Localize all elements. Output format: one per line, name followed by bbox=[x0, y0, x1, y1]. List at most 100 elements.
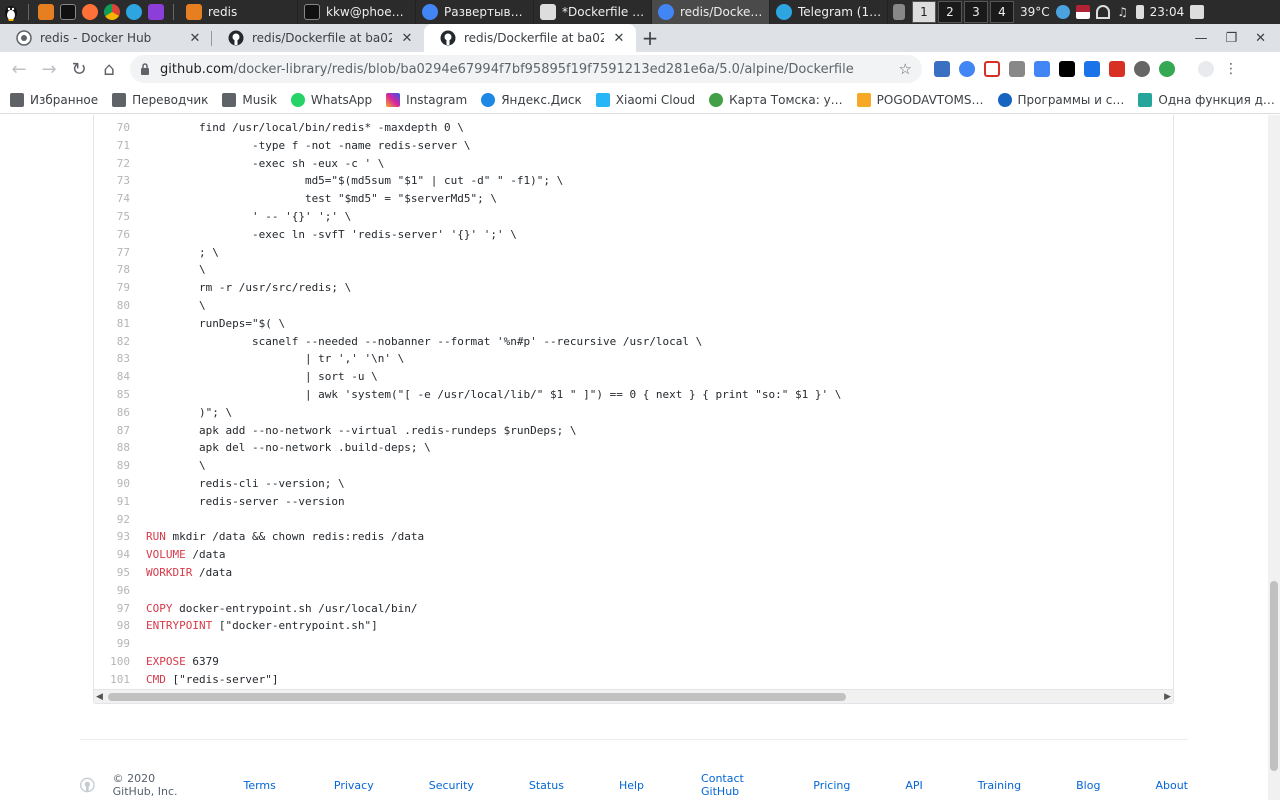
file-manager-launcher-icon[interactable] bbox=[35, 0, 57, 24]
new-tab-button[interactable]: + bbox=[636, 24, 664, 52]
workspace-4[interactable]: 4 bbox=[990, 1, 1014, 23]
taskbar-task-redis-folder[interactable]: redis bbox=[180, 0, 298, 24]
translate-icon[interactable] bbox=[1034, 61, 1050, 77]
wifi-icon[interactable] bbox=[1095, 5, 1110, 19]
firefox-launcher-icon[interactable] bbox=[79, 0, 101, 24]
line-number[interactable]: 87 bbox=[94, 422, 136, 440]
footer-link-pricing[interactable]: Pricing bbox=[813, 779, 850, 792]
line-number[interactable]: 98 bbox=[94, 617, 136, 635]
line-number[interactable]: 89 bbox=[94, 457, 136, 475]
battery-icon[interactable] bbox=[1135, 5, 1144, 19]
bookmark-star-icon[interactable]: ☆ bbox=[899, 60, 912, 78]
close-window-icon[interactable]: ✕ bbox=[1255, 31, 1266, 46]
globe-icon[interactable] bbox=[1159, 61, 1175, 77]
line-number[interactable]: 84 bbox=[94, 368, 136, 386]
tab-github-dockerfile-2[interactable]: redis/Dockerfile at ba0294e67 ✕ bbox=[424, 24, 636, 52]
menu-dots-icon[interactable]: ⋮ bbox=[1223, 61, 1239, 77]
reload-icon[interactable]: ↻ bbox=[64, 54, 94, 84]
power-icon[interactable] bbox=[1190, 5, 1205, 19]
close-tab-icon[interactable]: ✕ bbox=[400, 31, 414, 46]
forward-arrow-icon[interactable]: → bbox=[34, 54, 64, 84]
phpstorm-launcher-icon[interactable] bbox=[145, 0, 167, 24]
bookmark-musik[interactable]: Musik bbox=[222, 92, 277, 107]
chrome-launcher-icon[interactable] bbox=[101, 0, 123, 24]
line-number[interactable]: 94 bbox=[94, 546, 136, 564]
line-number[interactable]: 80 bbox=[94, 297, 136, 315]
scroll-left-icon[interactable]: ◀ bbox=[96, 690, 103, 704]
vertical-scroll-thumb[interactable] bbox=[1270, 581, 1278, 771]
extension-off-icon[interactable] bbox=[1009, 61, 1025, 77]
line-number[interactable]: 78 bbox=[94, 261, 136, 279]
taskbar-task-chrome-2[interactable]: redis/Docke… bbox=[652, 0, 770, 24]
bookmark-whatsapp[interactable]: WhatsApp bbox=[290, 92, 372, 107]
footer-link-status[interactable]: Status bbox=[529, 779, 564, 792]
bookmark-instagram[interactable]: Instagram bbox=[386, 92, 467, 107]
github-logo-icon[interactable] bbox=[80, 774, 95, 796]
minimize-icon[interactable]: — bbox=[1194, 31, 1207, 46]
workspace-1[interactable]: 1 bbox=[912, 1, 936, 23]
line-number[interactable]: 82 bbox=[94, 333, 136, 351]
terminal-launcher-icon[interactable] bbox=[57, 0, 79, 24]
line-number[interactable]: 95 bbox=[94, 564, 136, 582]
tab-github-dockerfile-1[interactable]: redis/Dockerfile at ba0294e67 ✕ bbox=[212, 24, 424, 52]
telegram-launcher-icon[interactable] bbox=[123, 0, 145, 24]
taskbar-task-terminal[interactable]: kkw@phoe… bbox=[298, 0, 416, 24]
line-number[interactable]: 96 bbox=[94, 582, 136, 600]
footer-link-api[interactable]: API bbox=[905, 779, 922, 792]
line-number[interactable]: 99 bbox=[94, 635, 136, 653]
bookmark-pogoda[interactable]: POGODAVTOMS… bbox=[856, 92, 984, 107]
save-icon[interactable] bbox=[1084, 61, 1100, 77]
line-number[interactable]: 86 bbox=[94, 404, 136, 422]
bookmark-izbrannoe[interactable]: Избранное bbox=[10, 92, 98, 107]
line-number[interactable]: 76 bbox=[94, 226, 136, 244]
address-bar[interactable]: github.com /docker-library/redis/blob/ba… bbox=[130, 55, 922, 83]
footer-link-security[interactable]: Security bbox=[429, 779, 474, 792]
line-number[interactable]: 79 bbox=[94, 279, 136, 297]
taskbar-task-editor[interactable]: *Dockerfile … bbox=[534, 0, 652, 24]
taskbar-task-chrome-1[interactable]: Развертыв… bbox=[416, 0, 534, 24]
line-number[interactable]: 91 bbox=[94, 493, 136, 511]
line-number[interactable]: 77 bbox=[94, 244, 136, 262]
line-number[interactable]: 93 bbox=[94, 528, 136, 546]
scroll-right-icon[interactable]: ▶ bbox=[1164, 690, 1171, 704]
footer-link-terms[interactable]: Terms bbox=[243, 779, 275, 792]
footer-link-contact[interactable]: Contact GitHub bbox=[701, 772, 757, 798]
taskbar-task-telegram[interactable]: Telegram (1… bbox=[770, 0, 888, 24]
workspace-3[interactable]: 3 bbox=[964, 1, 988, 23]
line-number[interactable]: 101 bbox=[94, 671, 136, 689]
line-number[interactable]: 85 bbox=[94, 386, 136, 404]
close-tab-icon[interactable]: ✕ bbox=[612, 31, 626, 46]
bookmark-yandex-disk[interactable]: Яндекс.Диск bbox=[481, 92, 582, 107]
linux-menu-icon[interactable] bbox=[0, 0, 22, 24]
line-number[interactable]: 97 bbox=[94, 600, 136, 618]
back-arrow-icon[interactable]: ← bbox=[4, 54, 34, 84]
bookmark-karta-tomska[interactable]: Карта Томска: у… bbox=[709, 92, 843, 107]
bookmark-odna-funktsiya[interactable]: Одна функция д… bbox=[1138, 92, 1275, 107]
line-number[interactable]: 83 bbox=[94, 350, 136, 368]
extension-icon-1[interactable] bbox=[934, 61, 950, 77]
restore-icon[interactable]: ❐ bbox=[1225, 31, 1237, 46]
music-icon[interactable]: ♫ bbox=[1116, 5, 1130, 19]
extension-red-icon[interactable] bbox=[1109, 61, 1125, 77]
trash-icon[interactable] bbox=[888, 0, 910, 24]
footer-link-privacy[interactable]: Privacy bbox=[334, 779, 374, 792]
gear-icon[interactable] bbox=[1134, 61, 1150, 77]
line-number[interactable]: 70 bbox=[94, 119, 136, 137]
footer-link-blog[interactable]: Blog bbox=[1076, 779, 1100, 792]
close-tab-icon[interactable]: ✕ bbox=[188, 31, 202, 46]
footer-link-help[interactable]: Help bbox=[619, 779, 644, 792]
bookmark-xiaomi-cloud[interactable]: Xiaomi Cloud bbox=[595, 92, 695, 107]
footer-link-about[interactable]: About bbox=[1155, 779, 1188, 792]
workspace-2[interactable]: 2 bbox=[938, 1, 962, 23]
footer-link-training[interactable]: Training bbox=[978, 779, 1021, 792]
profile-avatar-icon[interactable] bbox=[1198, 61, 1214, 77]
line-number[interactable]: 72 bbox=[94, 155, 136, 173]
weather-icon[interactable] bbox=[1055, 5, 1070, 19]
extension-01-icon[interactable] bbox=[1059, 61, 1075, 77]
line-number[interactable]: 90 bbox=[94, 475, 136, 493]
line-number[interactable]: 100 bbox=[94, 653, 136, 671]
bookmark-programmy[interactable]: Программы и с… bbox=[997, 92, 1124, 107]
horizontal-scroll-thumb[interactable] bbox=[108, 693, 846, 701]
line-number[interactable]: 73 bbox=[94, 172, 136, 190]
line-number[interactable]: 88 bbox=[94, 439, 136, 457]
